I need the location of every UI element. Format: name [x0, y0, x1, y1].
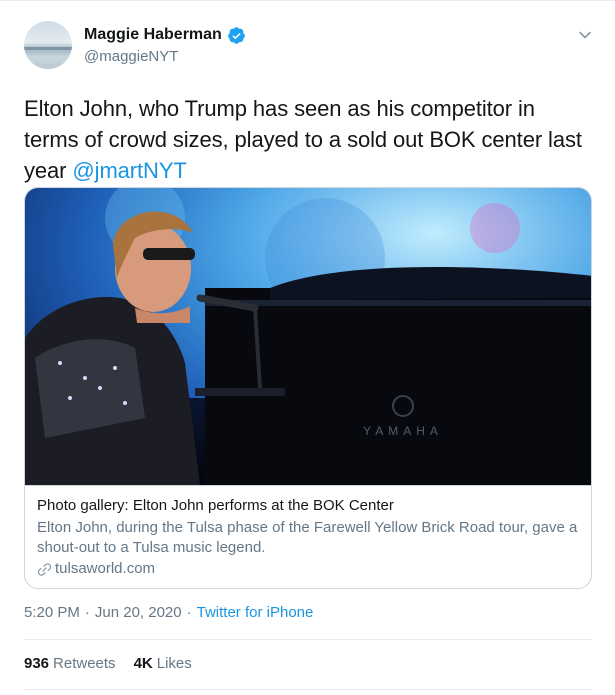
likes-label: Likes: [156, 655, 192, 672]
tweet-time[interactable]: 5:20 PM: [24, 603, 80, 623]
mention-link[interactable]: @jmartNYT: [72, 158, 186, 183]
chevron-down-icon[interactable]: [577, 27, 593, 43]
card-title: Photo gallery: Elton John performs at th…: [37, 497, 394, 514]
tweet: Maggie Haberman @maggieNYT Elton John, w…: [0, 0, 615, 695]
avatar[interactable]: [24, 21, 72, 69]
divider: [24, 639, 592, 640]
separator-dot: ·: [186, 604, 192, 621]
tweet-date[interactable]: Jun 20, 2020: [95, 603, 182, 623]
piano-brand: YAMAHA: [363, 424, 443, 438]
avatar-horizon: [24, 47, 72, 50]
timestamp-row: 5:20 PM · Jun 20, 2020 · Twitter for iPh…: [24, 603, 313, 623]
likes-count: 4K: [133, 655, 153, 672]
retweets-label: Retweets: [53, 655, 116, 672]
link-card[interactable]: YAMAHA Photo gallery: Elton John perform…: [24, 187, 592, 589]
separator-dot: ·: [84, 604, 90, 621]
likes-stat[interactable]: 4K Likes: [134, 654, 192, 674]
card-meta: Photo gallery: Elton John performs at th…: [25, 485, 591, 588]
concert-photo: YAMAHA: [25, 188, 591, 485]
card-image: YAMAHA: [25, 188, 591, 485]
verified-badge-icon: [227, 26, 245, 44]
link-icon: [37, 562, 52, 576]
author-handle[interactable]: @maggieNYT: [84, 47, 178, 67]
retweets-stat[interactable]: 936 Retweets: [24, 654, 116, 674]
stats-row: 936 Retweets 4K Likes: [24, 654, 192, 674]
card-domain: tulsaworld.com: [55, 560, 156, 577]
card-domain-row: tulsaworld.com: [37, 559, 581, 579]
author-name-row: Maggie Haberman: [84, 25, 246, 45]
author-display-name[interactable]: Maggie Haberman: [84, 25, 222, 45]
tweet-text: Elton John, who Trump has seen as his co…: [24, 93, 594, 186]
divider: [24, 689, 592, 690]
tweet-source-link[interactable]: Twitter for iPhone: [197, 603, 314, 623]
retweets-count: 936: [24, 655, 50, 672]
card-description: Elton John, during the Tulsa phase of th…: [37, 519, 578, 556]
